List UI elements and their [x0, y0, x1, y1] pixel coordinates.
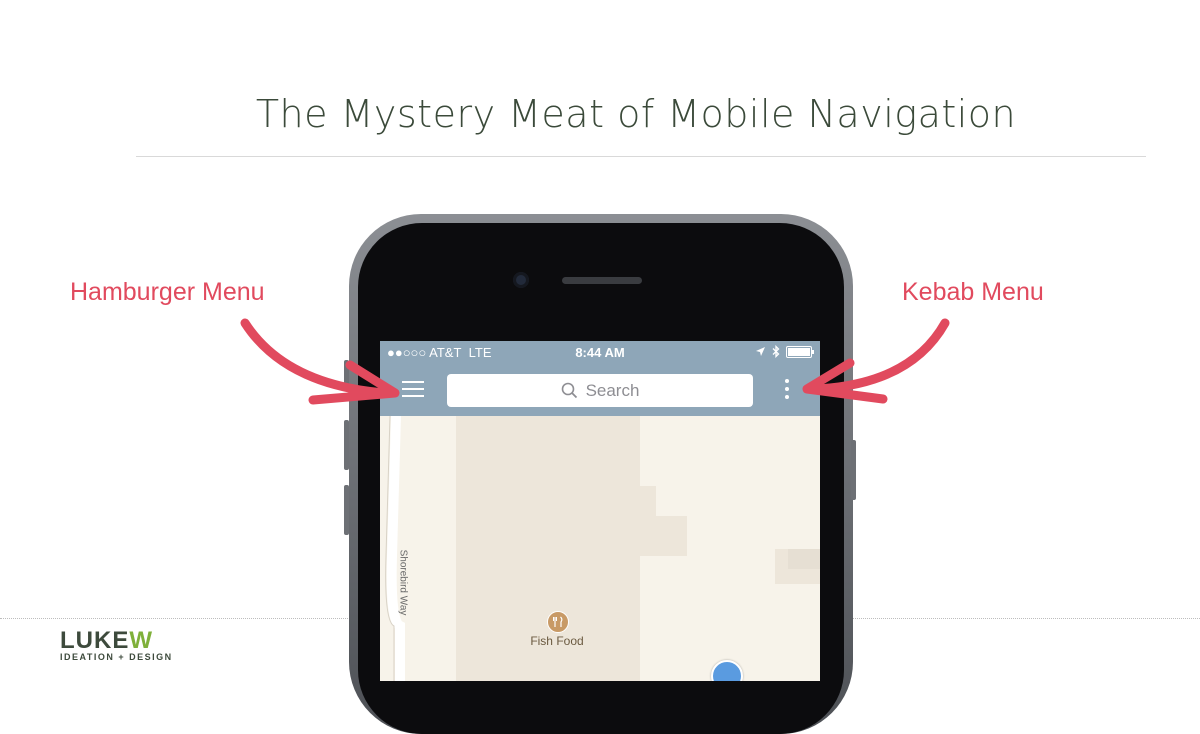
front-camera	[513, 272, 529, 288]
bluetooth-icon	[772, 345, 780, 358]
search-input[interactable]: Search	[447, 374, 753, 407]
earpiece-speaker	[562, 277, 642, 284]
slide-title: The Mystery Meat of Mobile Navigation	[255, 92, 1017, 136]
phone-screen: ●●○○○ AT&T LTE 8:44 AM Search Shorebird …	[380, 341, 820, 681]
status-bar: ●●○○○ AT&T LTE 8:44 AM	[380, 341, 820, 365]
hamburger-callout-label: Hamburger Menu	[70, 278, 265, 306]
search-placeholder: Search	[585, 380, 640, 400]
logo-wordmark: LUKEW	[60, 627, 173, 654]
phone-side-button	[344, 485, 349, 535]
nav-bar: Search	[380, 365, 820, 416]
poi-label[interactable]: Fish Food	[510, 634, 604, 648]
phone-side-button	[344, 420, 349, 470]
logo-accent: W	[129, 627, 153, 654]
title-divider	[136, 156, 1146, 157]
kebab-menu-icon[interactable]	[780, 379, 794, 403]
kebab-arrow	[802, 318, 950, 404]
lukew-logo: LUKEW IDEATION + DESIGN	[60, 627, 173, 663]
street-label: Shorebird Way	[397, 549, 409, 616]
restaurant-icon[interactable]	[547, 611, 569, 633]
map-building-block	[788, 549, 820, 569]
search-icon	[561, 382, 577, 399]
status-time: 8:44 AM	[575, 345, 625, 360]
kebab-callout-label: Kebab Menu	[902, 278, 1044, 306]
phone-side-button	[851, 440, 856, 500]
logo-tagline: IDEATION + DESIGN	[60, 652, 173, 662]
hamburger-arrow	[240, 318, 400, 405]
logo-prefix: LUKE	[60, 627, 130, 654]
location-arrow-icon	[756, 347, 765, 356]
map-view[interactable]: Shorebird Way Fish Food	[380, 416, 820, 681]
